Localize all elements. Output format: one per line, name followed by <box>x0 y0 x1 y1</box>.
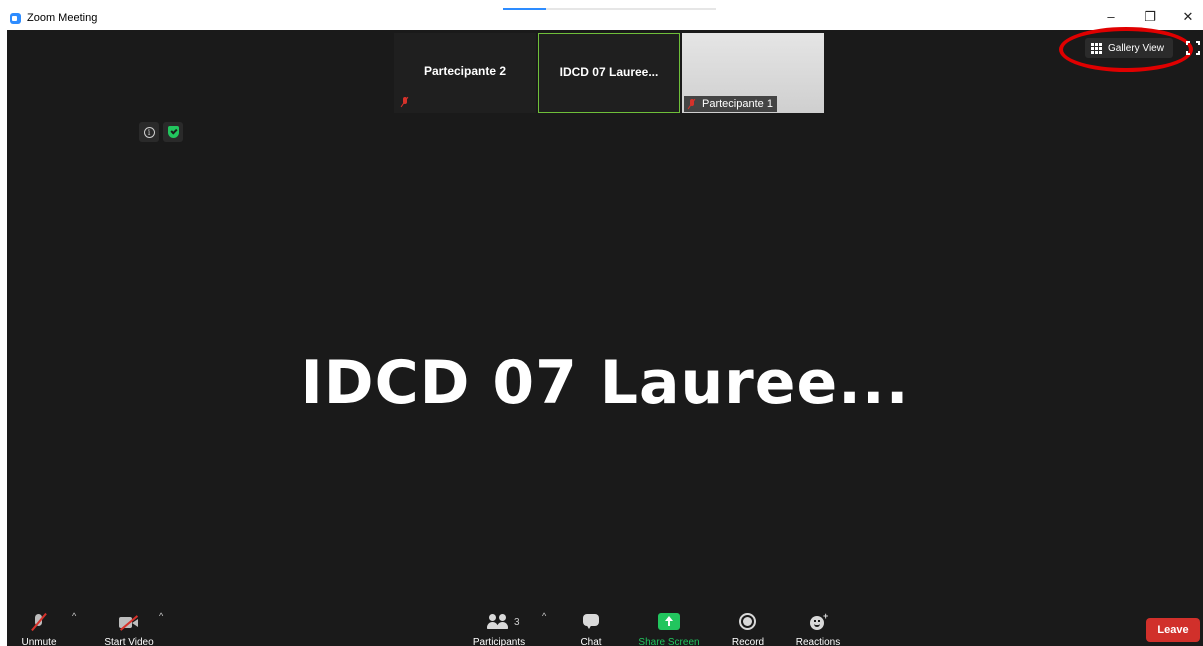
fullscreen-icon[interactable] <box>1186 41 1200 55</box>
info-icon: i <box>143 126 155 138</box>
title-bar: Zoom Meeting – ❐ ✕ <box>0 0 1203 30</box>
participant-thumbnail[interactable]: Partecipante 2 <box>394 33 536 113</box>
leave-button[interactable]: Leave <box>1146 618 1200 642</box>
reactions-icon: + <box>810 611 828 631</box>
meeting-badges: i <box>139 122 183 142</box>
participant-label: Partecipante 1 <box>684 96 777 112</box>
minimize-button[interactable]: – <box>1101 9 1121 25</box>
video-off-icon <box>118 614 140 630</box>
record-icon <box>739 613 756 630</box>
participants-icon: 3 <box>487 614 520 630</box>
record-label: Record <box>731 637 765 646</box>
reactions-label: Reactions <box>795 637 841 646</box>
participant-name: Partecipante 2 <box>423 64 507 78</box>
participant-name: IDCD 07 Lauree... <box>559 65 659 79</box>
start-video-label: Start Video <box>104 637 154 646</box>
window-title: Zoom Meeting <box>27 12 98 24</box>
gallery-view-button[interactable]: Gallery View <box>1085 38 1173 58</box>
share-screen-label: Share Screen <box>638 637 700 646</box>
encryption-button[interactable] <box>163 122 183 142</box>
unmute-label: Unmute <box>21 637 57 646</box>
top-progress-bar <box>503 8 716 10</box>
mic-muted-icon <box>688 99 696 109</box>
participants-label: Participants <box>472 637 526 646</box>
meeting-info-button[interactable]: i <box>139 122 159 142</box>
share-screen-icon <box>658 613 680 630</box>
mic-muted-icon <box>29 612 49 632</box>
active-speaker-thumbnail[interactable]: IDCD 07 Lauree... <box>538 33 680 113</box>
grid-icon <box>1091 42 1102 54</box>
restore-button[interactable]: ❐ <box>1140 9 1160 25</box>
participants-options-caret[interactable]: ^ <box>542 611 546 621</box>
audio-options-caret[interactable]: ^ <box>72 611 76 621</box>
meeting-toolbar: Unmute ^ Start Video ^ 3 Participants ^ … <box>7 600 1203 646</box>
close-button[interactable]: ✕ <box>1178 9 1198 25</box>
shield-check-icon <box>167 126 179 138</box>
top-progress-fill <box>503 8 546 10</box>
mic-muted-icon <box>401 97 409 107</box>
zoom-app-icon <box>10 13 21 24</box>
participant-name: Partecipante 1 <box>702 98 773 110</box>
participants-count: 3 <box>514 617 520 628</box>
gallery-view-label: Gallery View <box>1108 42 1164 54</box>
chat-label: Chat <box>580 637 602 646</box>
meeting-area: Partecipante 2 IDCD 07 Lauree... Parteci… <box>7 27 1203 646</box>
video-options-caret[interactable]: ^ <box>159 611 163 621</box>
active-speaker-name: IDCD 07 Lauree... <box>300 348 910 418</box>
chat-icon <box>583 614 601 630</box>
participant-video-thumbnail[interactable]: Partecipante 1 <box>682 33 824 113</box>
